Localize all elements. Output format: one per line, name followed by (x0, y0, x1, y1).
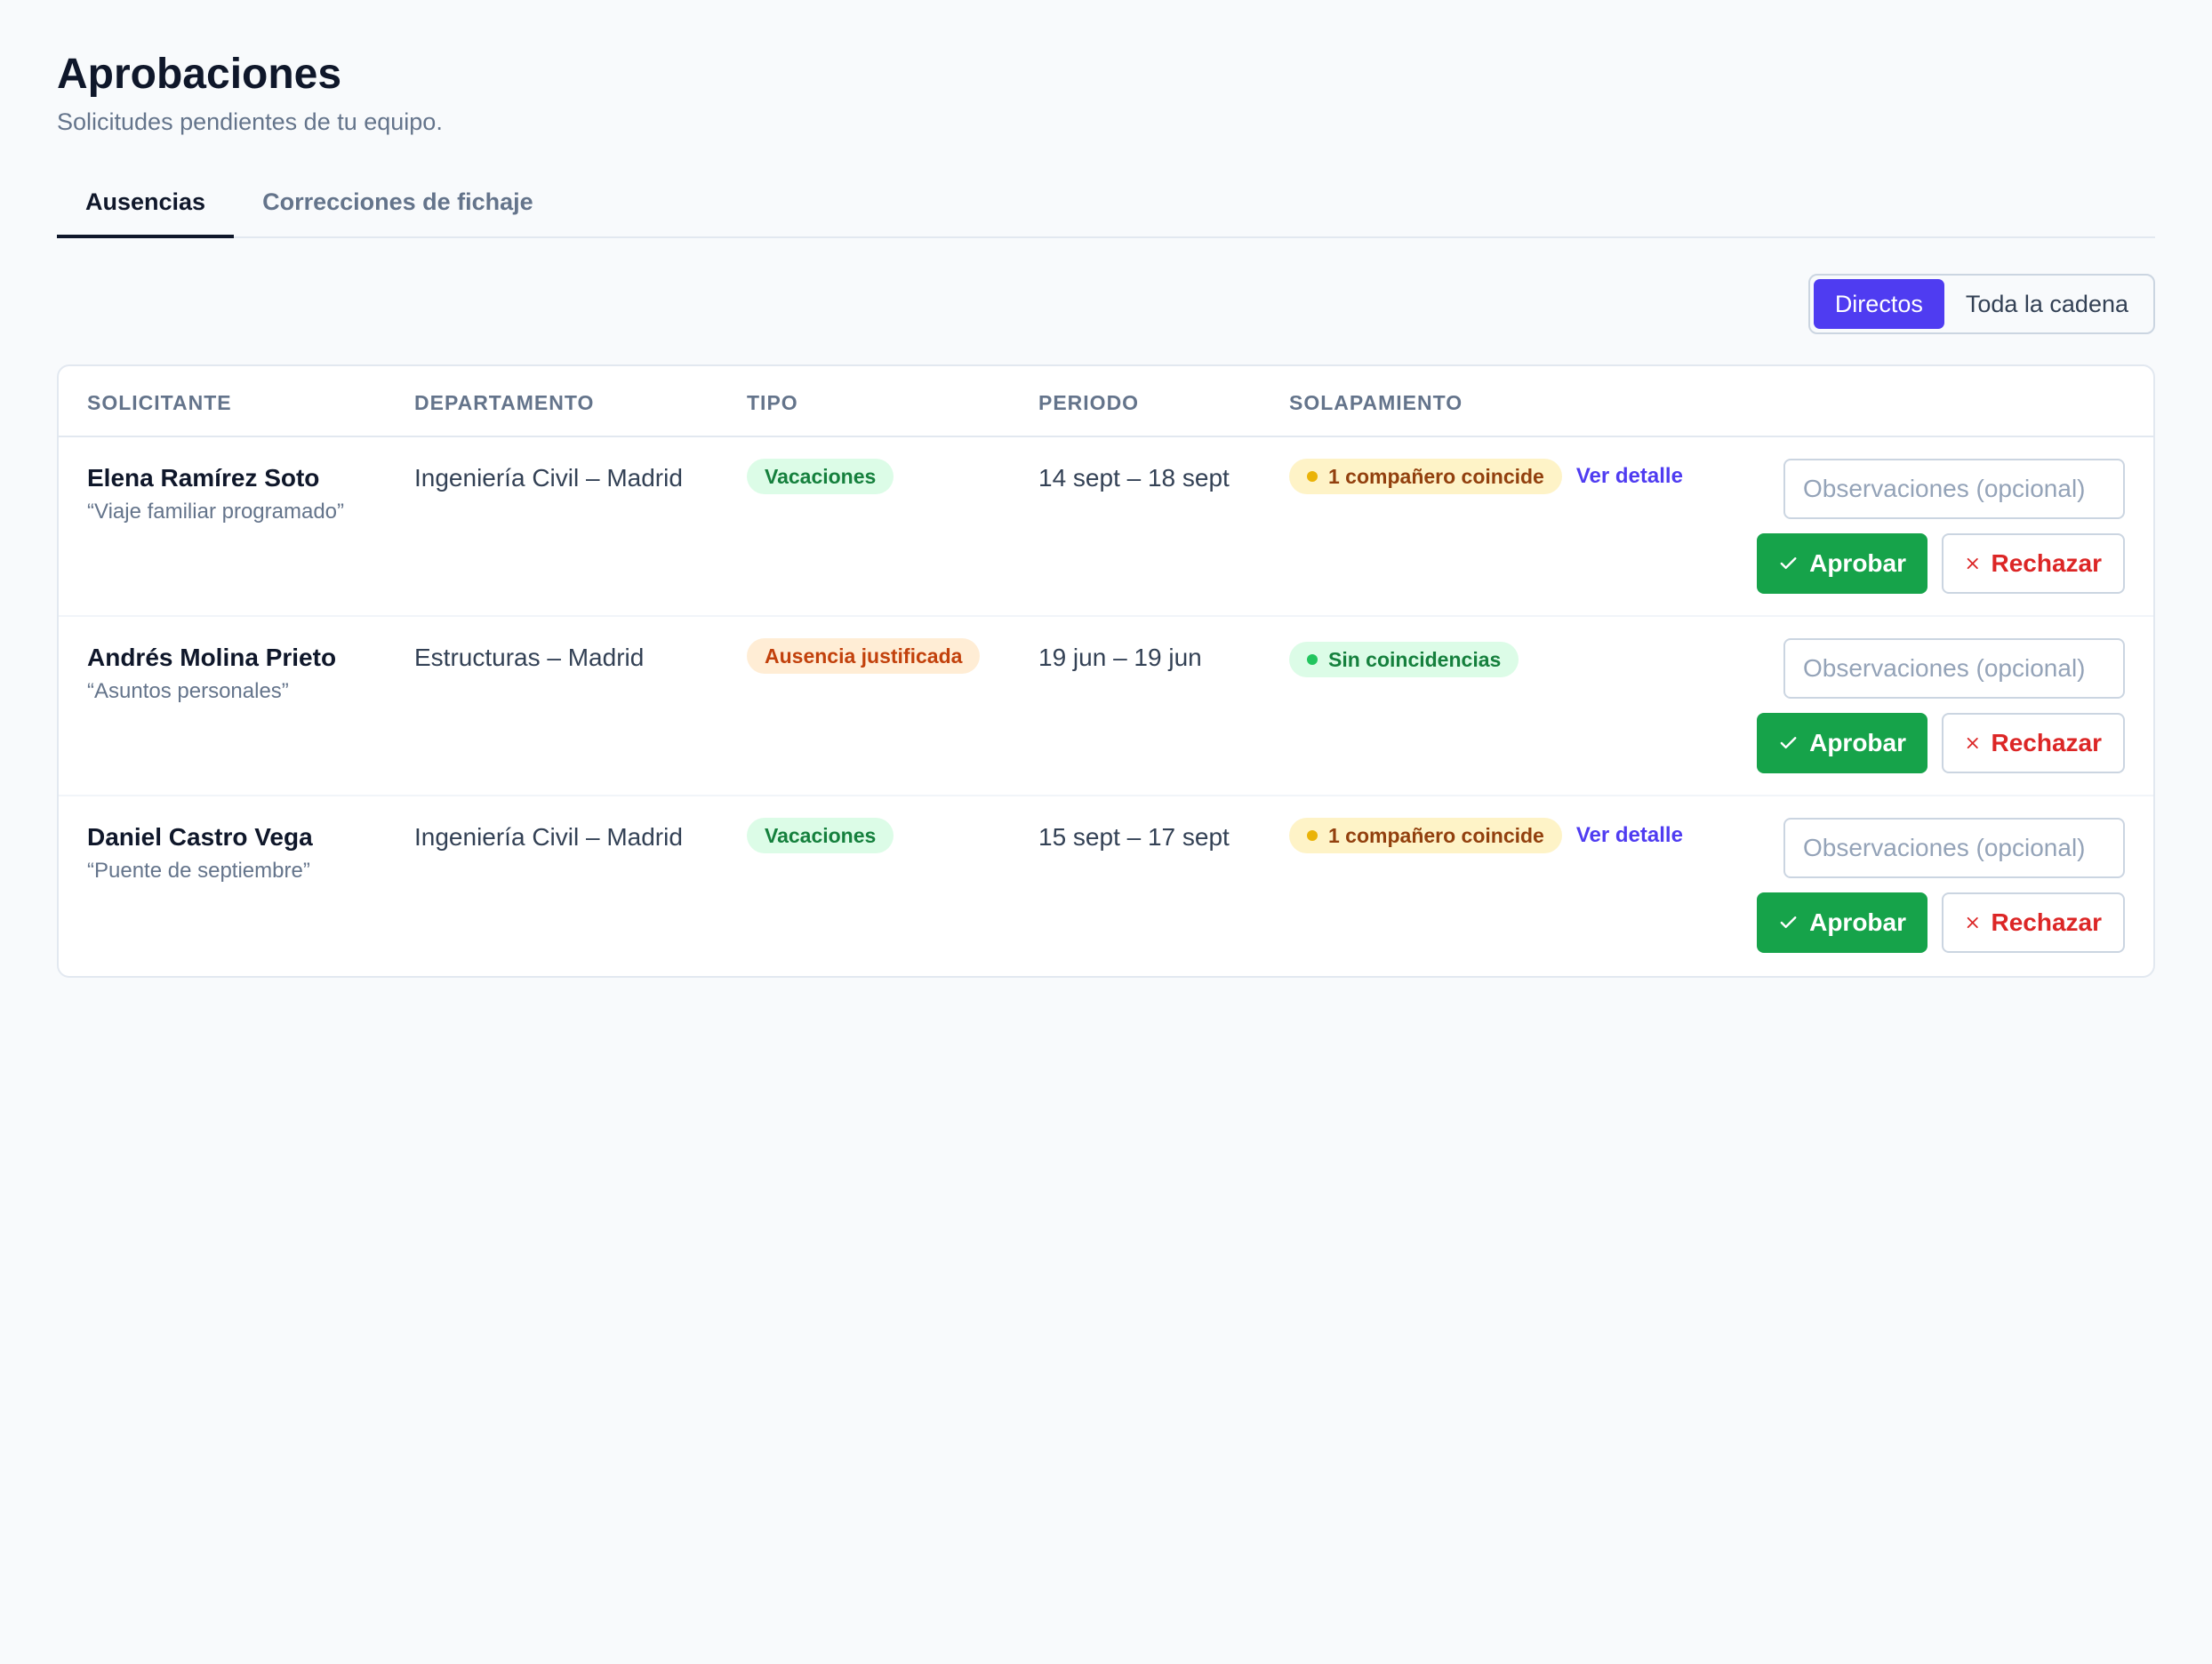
approve-button[interactable]: Aprobar (1757, 713, 1927, 773)
column-header-periodo: PERIODO (1038, 391, 1140, 414)
table-row: Andrés Molina Prieto “Asuntos personales… (59, 617, 2153, 796)
column-header-solapamiento: SOLAPAMIENTO (1289, 391, 1463, 414)
check-icon (1780, 916, 1797, 929)
table-header: SOLICITANTE DEPARTAMENTO TIPO PERIODO SO… (59, 366, 2153, 437)
warning-dot-icon (1307, 830, 1318, 841)
tab-ausencias[interactable]: Ausencias (57, 176, 235, 238)
approve-button[interactable]: Aprobar (1757, 533, 1927, 594)
warning-dot-icon (1307, 471, 1318, 482)
department: Ingeniería Civil – Madrid (414, 823, 683, 851)
ok-dot-icon (1307, 654, 1318, 665)
approve-button[interactable]: Aprobar (1757, 892, 1927, 953)
type-badge: Vacaciones (747, 818, 894, 853)
type-badge: Vacaciones (747, 459, 894, 494)
overlap-label: 1 compañero coincide (1328, 464, 1544, 488)
x-icon (1967, 737, 1978, 749)
page-subtitle: Solicitudes pendientes de tu equipo. (57, 108, 443, 135)
department: Estructuras – Madrid (414, 644, 645, 671)
overlap-badge: 1 compañero coincide (1289, 818, 1562, 853)
approve-label: Aprobar (1809, 908, 1906, 936)
request-note: “Puente de septiembre” (87, 859, 310, 883)
scope-toggle: Directos Toda la cadena (1807, 274, 2155, 334)
type-badge: Ausencia justificada (747, 638, 981, 674)
column-header-departamento: DEPARTAMENTO (414, 391, 595, 414)
period: 15 sept – 17 sept (1038, 823, 1230, 851)
observations-input[interactable] (1783, 459, 2125, 519)
scope-directos-button[interactable]: Directos (1813, 279, 1944, 329)
reject-label: Rechazar (1991, 729, 2102, 756)
reject-label: Rechazar (1991, 549, 2102, 577)
observations-input[interactable] (1783, 638, 2125, 699)
reject-button[interactable]: Rechazar (1942, 533, 2125, 594)
approve-label: Aprobar (1809, 729, 1906, 756)
table-row: Elena Ramírez Soto “Viaje familiar progr… (59, 437, 2153, 617)
reject-label: Rechazar (1991, 908, 2102, 936)
period: 19 jun – 19 jun (1038, 644, 1202, 671)
requester-name: Andrés Molina Prieto (87, 644, 337, 671)
observations-input[interactable] (1783, 818, 2125, 878)
check-icon (1780, 557, 1797, 570)
overlap-label: 1 compañero coincide (1328, 823, 1544, 847)
x-icon (1967, 916, 1978, 929)
page-title: Aprobaciones (57, 51, 342, 98)
tab-bar: Ausencias Correcciones de fichaje (57, 176, 2155, 238)
department: Ingeniería Civil – Madrid (414, 464, 683, 492)
overlap-badge: Sin coincidencias (1289, 642, 1519, 677)
ver-detalle-link[interactable]: Ver detalle (1576, 464, 1683, 489)
requests-table: SOLICITANTE DEPARTAMENTO TIPO PERIODO SO… (57, 364, 2155, 978)
overlap-badge: 1 compañero coincide (1289, 459, 1562, 494)
reject-button[interactable]: Rechazar (1942, 713, 2125, 773)
table-row: Daniel Castro Vega “Puente de septiembre… (59, 796, 2153, 976)
overlap-label: Sin coincidencias (1328, 647, 1502, 671)
reject-button[interactable]: Rechazar (1942, 892, 2125, 953)
scope-toda-cadena-button[interactable]: Toda la cadena (1944, 279, 2150, 329)
check-icon (1780, 737, 1797, 749)
approve-label: Aprobar (1809, 549, 1906, 577)
column-header-solicitante: SOLICITANTE (87, 391, 232, 414)
approvals-page: Aprobaciones Solicitudes pendientes de t… (57, 50, 2155, 978)
request-note: “Viaje familiar programado” (87, 500, 345, 524)
requester-name: Daniel Castro Vega (87, 823, 313, 851)
requester-name: Elena Ramírez Soto (87, 464, 320, 492)
x-icon (1967, 557, 1978, 570)
column-header-tipo: TIPO (747, 391, 798, 414)
ver-detalle-link[interactable]: Ver detalle (1576, 823, 1683, 848)
period: 14 sept – 18 sept (1038, 464, 1230, 492)
request-note: “Asuntos personales” (87, 679, 289, 703)
tab-correcciones-fichaje[interactable]: Correcciones de fichaje (234, 176, 562, 238)
